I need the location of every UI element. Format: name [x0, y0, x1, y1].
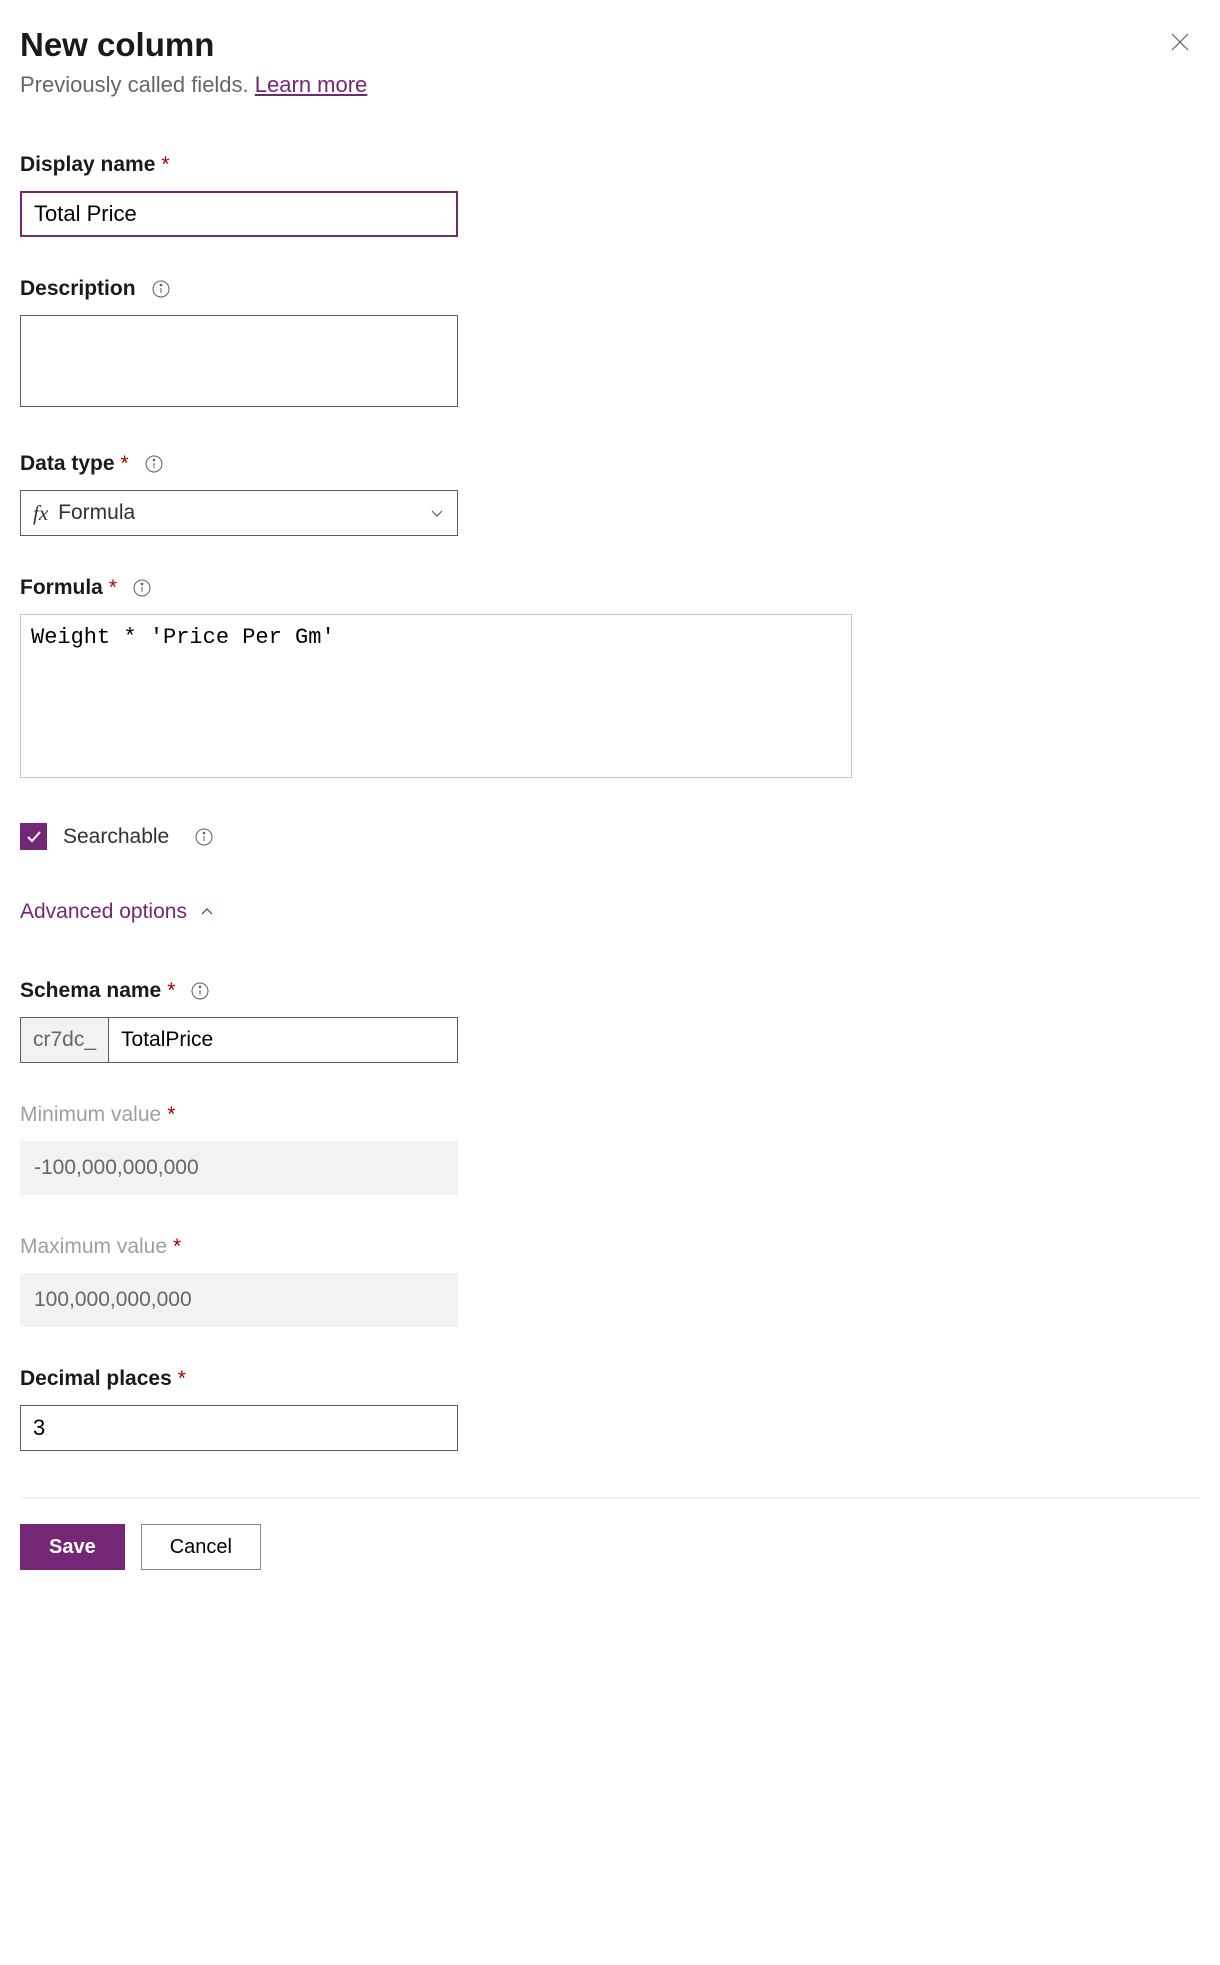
subtitle-text: Previously called fields. — [20, 72, 255, 97]
info-icon[interactable] — [152, 280, 170, 298]
searchable-checkbox[interactable] — [20, 823, 47, 850]
close-button[interactable] — [1160, 26, 1200, 60]
info-icon[interactable] — [145, 455, 163, 473]
minimum-value-label: Minimum value * — [20, 1103, 1200, 1127]
display-name-label: Display name * — [20, 153, 1200, 177]
minimum-value-input — [20, 1141, 458, 1195]
required-indicator: * — [109, 576, 117, 600]
decimal-places-input[interactable] — [20, 1405, 458, 1451]
chevron-up-icon — [199, 904, 215, 920]
cancel-button[interactable]: Cancel — [141, 1524, 261, 1570]
info-icon[interactable] — [133, 579, 151, 597]
fx-icon: fx — [33, 501, 48, 526]
advanced-options-toggle[interactable]: Advanced options — [20, 900, 1200, 924]
schema-prefix: cr7dc_ — [21, 1018, 109, 1062]
formula-editor[interactable]: Weight * 'Price Per Gm' — [20, 614, 852, 778]
schema-name-input[interactable] — [109, 1018, 457, 1062]
required-indicator: * — [121, 452, 129, 476]
decimal-places-label: Decimal places * — [20, 1367, 1200, 1391]
description-input[interactable] — [20, 315, 458, 407]
required-indicator: * — [178, 1367, 186, 1391]
info-icon[interactable] — [191, 982, 209, 1000]
display-name-input[interactable] — [20, 191, 458, 237]
info-icon[interactable] — [195, 828, 213, 846]
required-indicator: * — [173, 1235, 181, 1259]
maximum-value-label: Maximum value * — [20, 1235, 1200, 1259]
chevron-down-icon — [429, 505, 445, 521]
save-button[interactable]: Save — [20, 1524, 125, 1570]
subtitle: Previously called fields. Learn more — [20, 72, 1200, 98]
learn-more-link[interactable]: Learn more — [255, 72, 368, 97]
data-type-value: Formula — [58, 501, 135, 525]
data-type-label: Data type * — [20, 452, 1200, 476]
required-indicator: * — [167, 979, 175, 1003]
formula-label: Formula * — [20, 576, 1200, 600]
page-title: New column — [20, 26, 214, 64]
searchable-label: Searchable — [63, 825, 169, 849]
close-icon — [1170, 32, 1190, 52]
required-indicator: * — [161, 153, 169, 177]
schema-name-label: Schema name * — [20, 979, 1200, 1003]
maximum-value-input — [20, 1273, 458, 1327]
description-label: Description — [20, 277, 1200, 301]
required-indicator: * — [167, 1103, 175, 1127]
data-type-select[interactable]: fx Formula — [20, 490, 458, 536]
